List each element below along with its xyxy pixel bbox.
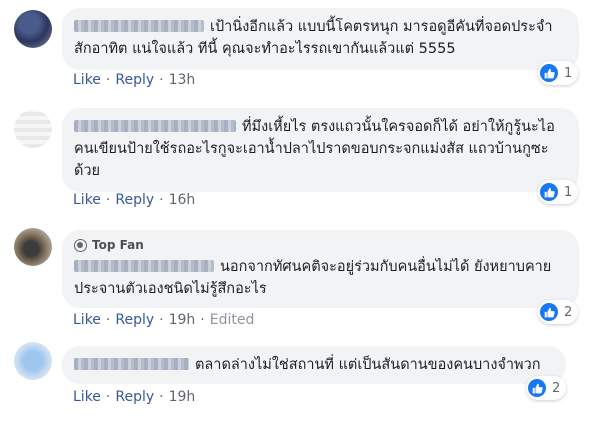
separator: ·	[159, 72, 164, 88]
author-name[interactable]	[74, 120, 236, 132]
author-name[interactable]	[74, 20, 204, 32]
reaction-count[interactable]: 2	[526, 376, 567, 400]
thumbs-up-icon	[540, 303, 558, 321]
reaction-count[interactable]: 1	[538, 180, 579, 204]
reaction-count[interactable]: 1	[538, 61, 579, 85]
reply-button[interactable]: Reply	[115, 192, 154, 208]
thumbs-up-icon	[540, 64, 558, 82]
thumbs-up-icon	[540, 183, 558, 201]
separator: ·	[105, 72, 111, 88]
reaction-number: 2	[552, 380, 561, 396]
reaction-number: 1	[564, 184, 573, 200]
edited-label[interactable]: Edited	[210, 312, 255, 328]
like-button[interactable]: Like	[73, 192, 101, 208]
separator: ·	[200, 312, 205, 328]
comment-bubble: ที่มึงเหี้ยไร ตรงแถวนั้นใครจอดก็ได้ อย่า…	[62, 108, 579, 192]
timestamp[interactable]: 19h	[169, 389, 196, 405]
like-button[interactable]: Like	[73, 72, 101, 88]
separator: ·	[105, 192, 111, 208]
author-name[interactable]	[74, 358, 189, 370]
comment-bubble: Top Fan นอกจากทัศนคติจะอยู่ร่วมกับคนอื่น…	[62, 230, 579, 308]
separator: ·	[159, 312, 164, 328]
avatar[interactable]	[14, 228, 52, 266]
reaction-number: 2	[564, 304, 573, 320]
comment-actions: Like · Reply · 13h	[73, 72, 195, 88]
top-fan-label: Top Fan	[92, 238, 144, 252]
reply-button[interactable]: Reply	[115, 72, 154, 88]
timestamp[interactable]: 16h	[169, 192, 196, 208]
separator: ·	[105, 312, 111, 328]
top-fan-badge: Top Fan	[74, 236, 567, 254]
avatar[interactable]	[14, 342, 52, 380]
comment-bubble: เป้านิ่งอีกแล้ว แบบนี้โคตรหนุก มารอดูอีค…	[62, 8, 579, 70]
comment-actions: Like · Reply · 16h	[73, 192, 195, 208]
top-fan-icon	[74, 238, 87, 252]
comment-actions: Like · Reply · 19h · Edited	[73, 312, 254, 328]
like-button[interactable]: Like	[73, 389, 101, 405]
thumbs-up-icon	[528, 379, 546, 397]
separator: ·	[105, 389, 111, 405]
author-name[interactable]	[74, 260, 214, 272]
comment-actions: Like · Reply · 19h	[73, 389, 195, 405]
comment-text: ตลาดล่างไม่ใช่สถานที่ แต่เป็นสันดานของคน…	[195, 357, 541, 373]
timestamp[interactable]: 13h	[169, 72, 196, 88]
separator: ·	[159, 389, 164, 405]
reply-button[interactable]: Reply	[115, 389, 154, 405]
avatar[interactable]	[14, 110, 52, 148]
timestamp[interactable]: 19h	[169, 312, 196, 328]
comment-bubble: ตลาดล่างไม่ใช่สถานที่ แต่เป็นสันดานของคน…	[62, 346, 566, 384]
separator: ·	[159, 192, 164, 208]
reply-button[interactable]: Reply	[115, 312, 154, 328]
reaction-count[interactable]: 2	[538, 300, 579, 324]
reaction-number: 1	[564, 65, 573, 81]
like-button[interactable]: Like	[73, 312, 101, 328]
avatar[interactable]	[14, 10, 52, 48]
